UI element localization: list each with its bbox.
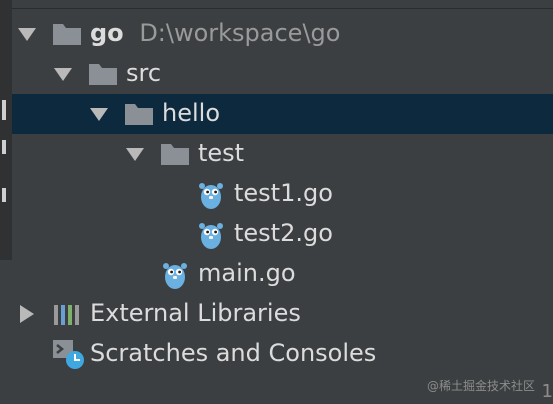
node-label-src: src [126,59,162,87]
node-label-scratches: Scratches and Consoles [90,339,377,367]
expand-arrow-icon[interactable] [126,148,144,161]
node-label-go: go [90,19,124,47]
tree-node-scratches[interactable]: Scratches and Consoles [12,334,553,374]
gopher-icon [199,223,223,249]
gopher-icon [163,263,187,289]
node-label-external-libraries: External Libraries [90,299,301,327]
project-tool-window: go D:\workspace\go src hello test test1.… [0,0,553,404]
node-label-test: test [198,139,245,167]
tree-node-hello[interactable]: hello [12,94,553,134]
expand-arrow-icon[interactable] [90,108,108,121]
collapse-arrow-icon[interactable] [20,305,34,323]
node-label-test1: test1.go [234,179,333,207]
folder-icon [125,104,153,125]
expand-arrow-icon[interactable] [54,68,72,81]
strip-mark [2,188,6,202]
watermark-text: @稀土掘金技术社区 [426,379,535,393]
tree-node-test1-go[interactable]: test1.go [12,174,553,214]
folder-icon [53,24,81,45]
folder-icon [89,64,117,85]
folder-icon [161,144,189,165]
node-label-main: main.go [198,259,296,287]
tree-node-test[interactable]: test [12,134,553,174]
panel-header-edge [12,0,553,9]
library-icon [54,305,79,325]
tool-window-strip [0,0,12,260]
tree-node-src[interactable]: src [12,54,553,94]
scratches-console-icon [53,340,84,369]
tree-node-external-libraries[interactable]: External Libraries [12,294,553,334]
strip-mark [2,100,6,120]
gopher-icon [199,183,223,209]
node-path: D:\workspace\go [139,19,341,47]
tree-node-main-go[interactable]: main.go [12,254,553,294]
node-label-hello: hello [162,99,220,127]
node-label-test2: test2.go [234,219,333,247]
tree-node-go[interactable]: go D:\workspace\go [12,14,553,54]
tree-node-test2-go[interactable]: test2.go [12,214,553,254]
expand-arrow-icon[interactable] [18,28,36,41]
strip-mark [2,140,6,154]
corner-number: 1 [541,381,553,402]
